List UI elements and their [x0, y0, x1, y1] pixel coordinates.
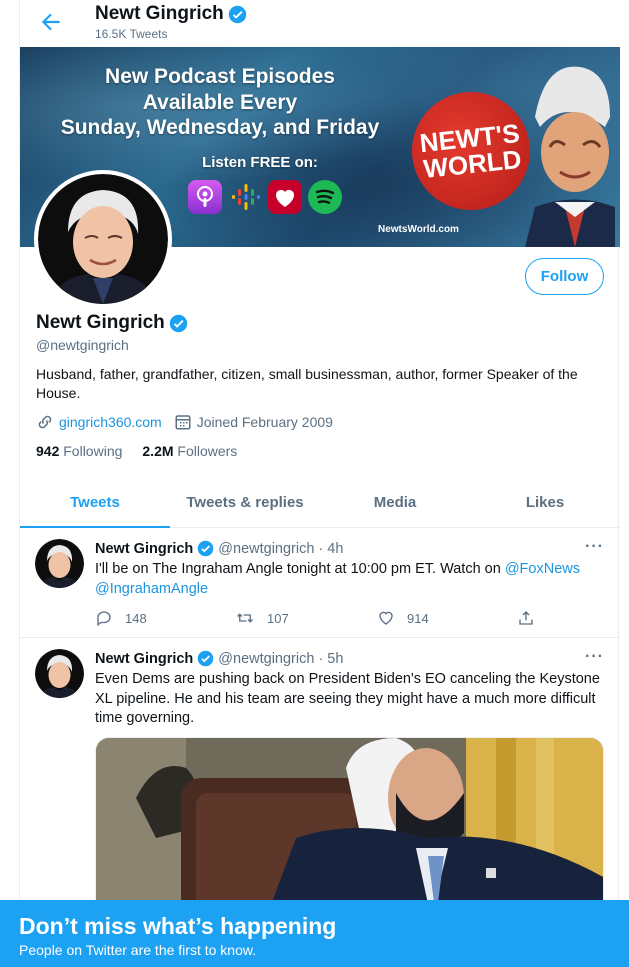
like-count: 914 — [407, 610, 429, 626]
heart-icon — [379, 611, 393, 625]
following-count: 942 — [36, 443, 60, 459]
profile-stats: 942 Following 2.2M Followers — [36, 443, 237, 459]
google-podcasts-icon — [229, 180, 263, 214]
reply-button[interactable]: 148 — [95, 609, 147, 627]
signup-banner-title: Don’t miss what’s happening — [19, 913, 337, 939]
tweet-avatar[interactable] — [35, 649, 84, 698]
header-title: Newt Gingrich — [95, 3, 247, 25]
spotify-icon — [308, 180, 342, 214]
banner-line-1: New Podcast Episodes — [105, 65, 335, 88]
tweet-item[interactable]: Newt Gingrich @newtgingrich · 4h ··· I'l… — [20, 528, 620, 638]
retweet-count: 107 — [267, 610, 289, 626]
reply-icon — [97, 611, 111, 627]
link-icon — [38, 415, 52, 429]
verified-badge-icon — [228, 5, 247, 23]
tab-tweets-replies[interactable]: Tweets & replies — [170, 478, 320, 527]
verified-badge-icon — [169, 314, 188, 332]
tweet-media-image[interactable] — [95, 737, 604, 917]
profile-joined-date: Joined February 2009 — [196, 414, 333, 430]
tweet-author-name[interactable]: Newt Gingrich — [95, 651, 193, 667]
banner-line-3: Sunday, Wednesday, and Friday — [60, 116, 380, 139]
profile-handle: @newtgingrich — [36, 337, 129, 353]
top-bar: Newt Gingrich 16.5K Tweets — [20, 0, 620, 47]
profile-avatar[interactable] — [34, 170, 172, 308]
profile-name: Newt Gingrich — [36, 312, 165, 333]
tab-likes[interactable]: Likes — [470, 478, 620, 527]
tweet-author-name[interactable]: Newt Gingrich — [95, 541, 193, 557]
tweet-text-body: I'll be on The Ingraham Angle tonight at… — [95, 561, 505, 577]
tweet-time[interactable]: · 5h — [318, 651, 343, 667]
followers-stat[interactable]: 2.2M Followers — [142, 443, 237, 459]
tab-media[interactable]: Media — [320, 478, 470, 527]
tweet-time[interactable]: · 4h — [318, 541, 343, 557]
tweet-header: Newt Gingrich @newtgingrich · 4h — [95, 540, 343, 557]
tweet-avatar[interactable] — [35, 539, 84, 588]
iheartradio-icon — [268, 180, 302, 214]
retweet-button[interactable]: 107 — [235, 609, 289, 627]
more-options-icon[interactable]: ··· — [585, 538, 604, 556]
banner-portrait-painting — [525, 66, 615, 247]
profile-column: Newt Gingrich 16.5K Tweets New Podcast E… — [19, 0, 620, 967]
share-button[interactable] — [517, 609, 535, 627]
mention-link[interactable]: @FoxNews — [505, 561, 580, 577]
banner-line-2: Available Every — [142, 91, 298, 114]
profile-name-row: Newt Gingrich — [36, 312, 188, 334]
retweet-icon — [237, 613, 253, 623]
follow-button[interactable]: Follow — [525, 258, 604, 295]
tweet-author-handle[interactable]: @newtgingrich — [218, 651, 314, 667]
banner-listen-text: Listen FREE on: — [202, 154, 318, 171]
header-name: Newt Gingrich — [95, 3, 224, 24]
followers-count: 2.2M — [142, 443, 174, 459]
following-stat[interactable]: 942 Following — [36, 443, 122, 459]
signup-banner[interactable]: Don’t miss what’s happening People on Tw… — [0, 900, 629, 967]
calendar-icon — [175, 415, 191, 430]
reply-count: 148 — [125, 610, 147, 626]
following-label: Following — [63, 443, 123, 459]
share-icon — [519, 611, 533, 625]
banner-url: NewtsWorld.com — [378, 224, 459, 235]
like-button[interactable]: 914 — [377, 609, 429, 627]
signup-banner-subtitle: People on Twitter are the first to know. — [19, 942, 257, 958]
tweet-text: Even Dems are pushing back on President … — [95, 671, 600, 726]
more-options-icon[interactable]: ··· — [585, 648, 604, 666]
tweet-author-handle[interactable]: @newtgingrich — [218, 541, 314, 557]
tab-tweets[interactable]: Tweets — [20, 478, 170, 528]
profile-tabs: Tweets Tweets & replies Media Likes — [20, 478, 620, 528]
apple-podcasts-icon — [188, 180, 222, 214]
tweet-header: Newt Gingrich @newtgingrich · 5h — [95, 650, 343, 667]
profile-bio: Husband, father, grandfather, citizen, s… — [36, 366, 578, 401]
verified-badge-icon — [198, 540, 214, 557]
profile-website-link[interactable]: gingrich360.com — [59, 414, 162, 430]
verified-badge-icon — [198, 650, 214, 667]
tweet-actions: 148 107 914 — [95, 609, 535, 627]
mention-link[interactable]: @IngrahamAngle — [95, 581, 208, 597]
header-tweet-count: 16.5K Tweets — [95, 27, 168, 41]
profile-meta: gingrich360.com Joined February 2009 — [36, 413, 333, 431]
tweet-text: I'll be on The Ingraham Angle tonight at… — [95, 560, 607, 599]
followers-label: Followers — [177, 443, 238, 459]
back-arrow-icon[interactable] — [38, 9, 64, 35]
